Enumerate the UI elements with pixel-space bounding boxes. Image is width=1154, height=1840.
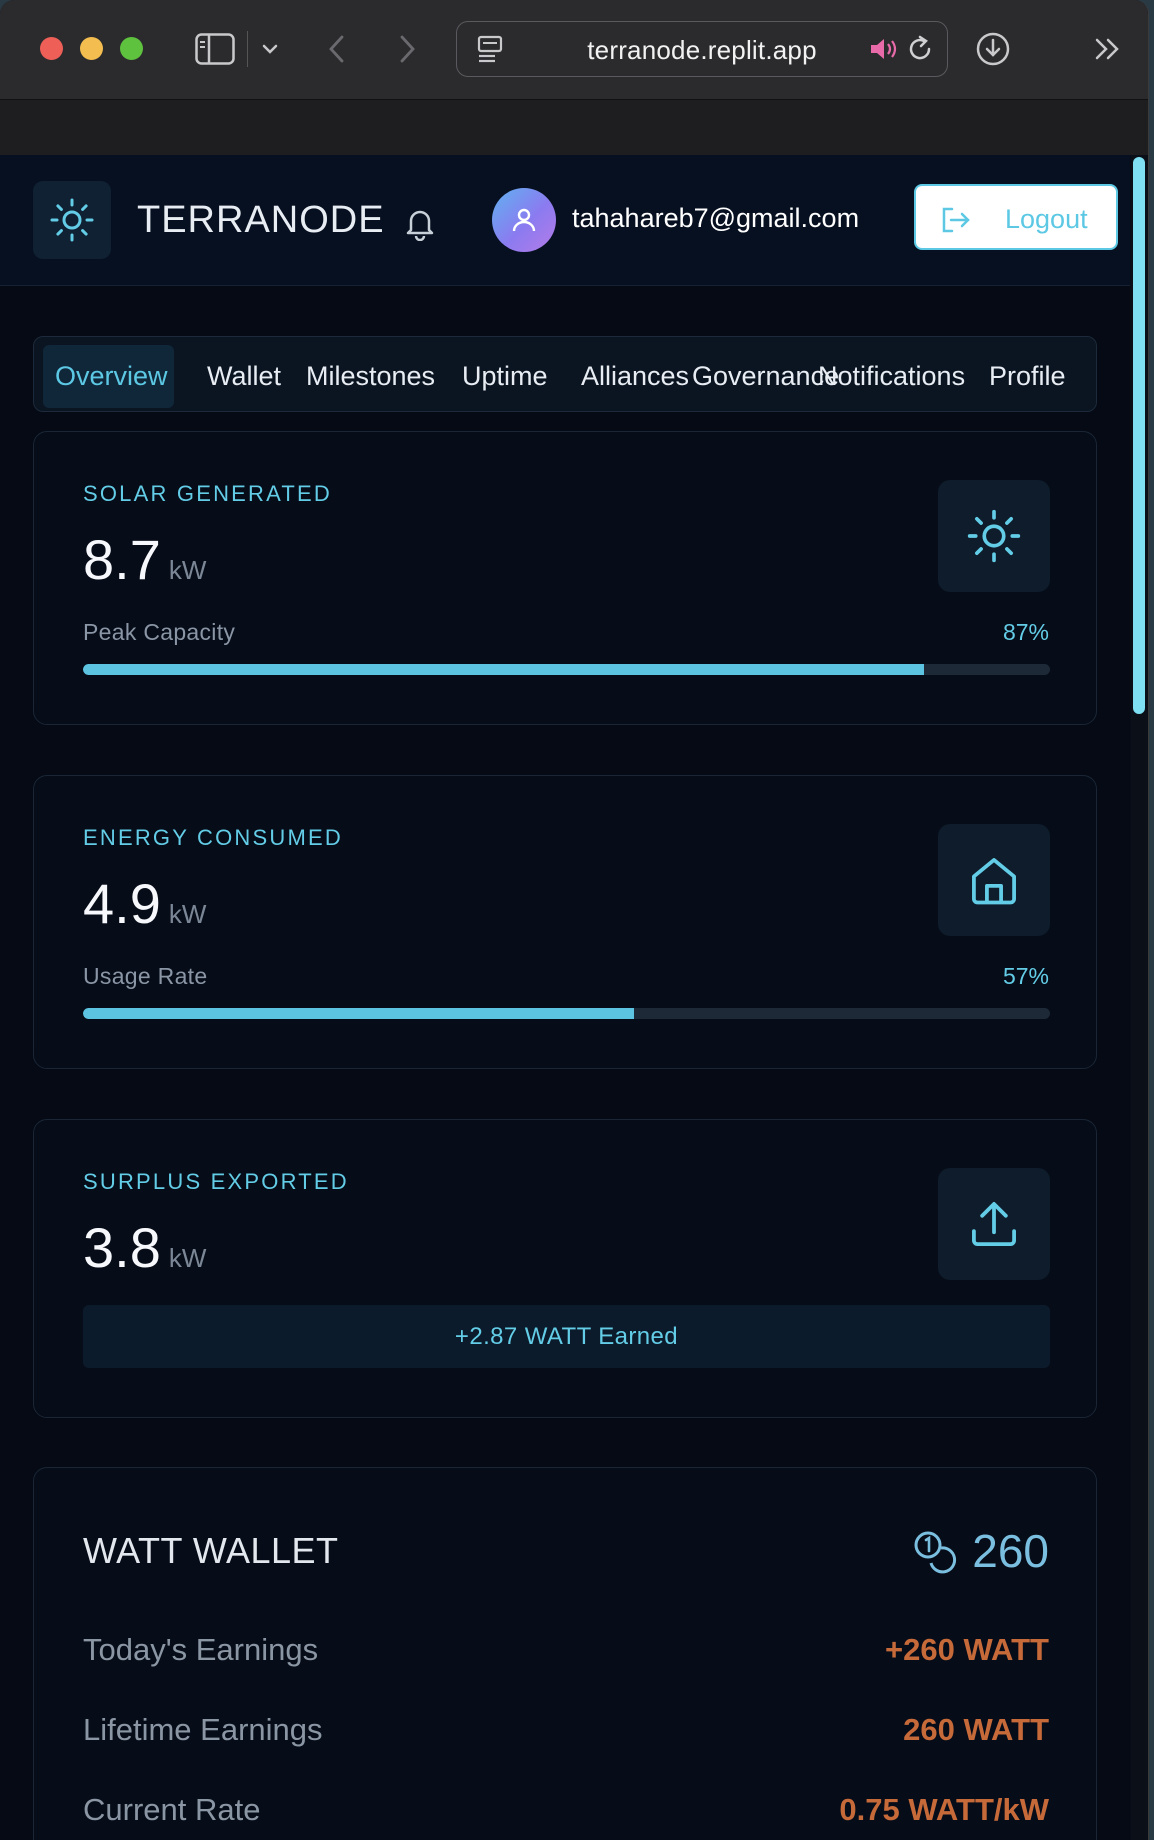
wallet-balance: 260	[910, 1524, 1049, 1578]
value-unit: kW	[168, 899, 207, 929]
card-value: 3.8 kW	[83, 1216, 206, 1290]
wallet-row-label: Lifetime Earnings	[83, 1712, 323, 1747]
meta-value: 87%	[1002, 619, 1049, 645]
tab-overview-label[interactable]: Overview	[55, 361, 168, 392]
tab-uptime[interactable]: Uptime	[462, 361, 548, 392]
back-arrow-icon[interactable]	[314, 26, 360, 72]
progress-track	[83, 1008, 1050, 1019]
page-scrollbar[interactable]	[1131, 155, 1148, 1840]
wallet-row-value: +260 WATT	[885, 1632, 1049, 1667]
card-label: SOLAR GENERATED	[83, 481, 332, 506]
double-chevron-icon[interactable]	[1085, 26, 1131, 72]
scrollbar-thumb[interactable]	[1133, 157, 1145, 714]
tab-profile[interactable]: Profile	[989, 361, 1066, 392]
meta-value: 57%	[1002, 963, 1049, 989]
tab-bar: Overview Wallet Milestones Uptime Allian…	[33, 336, 1097, 412]
chevron-down-icon[interactable]	[255, 26, 285, 72]
tab-milestones[interactable]: Milestones	[306, 361, 435, 392]
progress-fill	[83, 664, 925, 675]
card-label: SURPLUS EXPORTED	[83, 1169, 349, 1194]
wallet-balance-value: 260	[972, 1525, 1049, 1577]
browser-window: terranode.replit.app TERRANODE tahahareb…	[0, 0, 1149, 1840]
card-value: 4.9 kW	[83, 872, 206, 946]
logout-button[interactable]: Logout	[914, 184, 1118, 250]
close-window-button[interactable]	[40, 37, 63, 60]
value-number: 3.8	[83, 1216, 161, 1279]
tab-alliances[interactable]: Alliances	[581, 361, 689, 392]
tab-wallet[interactable]: Wallet	[207, 361, 281, 392]
card-value: 8.7 kW	[83, 528, 206, 602]
value-number: 4.9	[83, 872, 161, 935]
upload-icon	[938, 1168, 1050, 1280]
minimize-window-button[interactable]	[80, 37, 103, 60]
logout-label: Logout	[1005, 204, 1088, 234]
home-icon	[938, 824, 1050, 936]
wallet-row-value: 0.75 WATT/kW	[839, 1792, 1049, 1827]
wallet-row-value: 260 WATT	[903, 1712, 1049, 1747]
page-content: TERRANODE tahahareb7@gmail.com Logout Ov…	[0, 155, 1130, 1840]
bell-icon[interactable]	[402, 205, 438, 246]
tab-strip-area	[0, 100, 1148, 155]
progress-fill	[83, 1008, 635, 1019]
solar-generated-card: SOLAR GENERATED 8.7 kW Peak Capacity 87%	[33, 431, 1097, 725]
watt-earned-badge: +2.87 WATT Earned	[83, 1305, 1050, 1368]
coins-icon	[914, 1531, 957, 1574]
value-unit: kW	[168, 555, 207, 585]
logout-icon	[942, 207, 970, 233]
value-unit: kW	[168, 1243, 207, 1273]
sun-icon	[50, 198, 94, 242]
forward-arrow-icon[interactable]	[384, 26, 430, 72]
avatar[interactable]	[492, 188, 556, 252]
surplus-exported-card: SURPLUS EXPORTED 3.8 kW +2.87 WATT Earned	[33, 1119, 1097, 1418]
energy-consumed-card: ENERGY CONSUMED 4.9 kW Usage Rate 57%	[33, 775, 1097, 1069]
progress-track	[83, 664, 1050, 675]
wallet-row-label: Current Rate	[83, 1792, 261, 1827]
toolbar-divider	[247, 31, 248, 67]
user-email: tahahareb7@gmail.com	[572, 203, 860, 233]
sun-icon	[938, 480, 1050, 592]
wallet-row-label: Today's Earnings	[83, 1632, 319, 1667]
reload-icon[interactable]	[897, 26, 943, 72]
meta-label: Usage Rate	[83, 963, 208, 989]
maximize-window-button[interactable]	[120, 37, 143, 60]
download-icon[interactable]	[970, 26, 1016, 72]
user-icon	[512, 208, 536, 232]
tab-notifications[interactable]: Notifications	[818, 361, 965, 392]
watt-wallet-card: WATT WALLET 260 Today's Earnings +260 WA…	[33, 1467, 1097, 1840]
brand-name: TERRANODE	[137, 199, 385, 241]
wallet-title: WATT WALLET	[83, 1530, 339, 1571]
address-bar[interactable]: terranode.replit.app	[456, 21, 948, 77]
browser-toolbar: terranode.replit.app	[0, 0, 1148, 100]
value-number: 8.7	[83, 528, 161, 591]
watt-earned-text: +2.87 WATT Earned	[454, 1323, 679, 1350]
meta-label: Peak Capacity	[83, 619, 236, 645]
logo[interactable]	[33, 181, 111, 259]
sidebar-toggle-icon[interactable]	[192, 26, 238, 72]
app-header: TERRANODE tahahareb7@gmail.com Logout	[0, 155, 1130, 286]
card-label: ENERGY CONSUMED	[83, 825, 343, 850]
